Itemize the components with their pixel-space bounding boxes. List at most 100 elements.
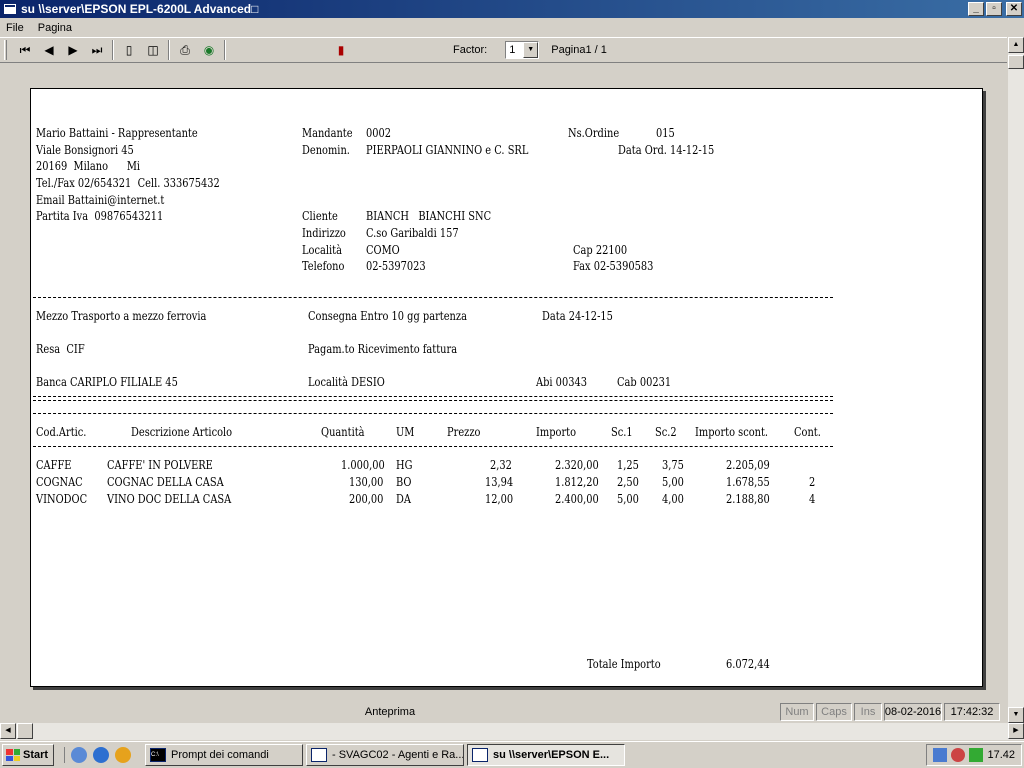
exit-door-icon[interactable]: ▮: [329, 39, 353, 61]
scroll-track[interactable]: [33, 723, 1008, 740]
header-sc2: Sc.2: [655, 425, 677, 439]
task-label: Prompt dei comandi: [171, 749, 269, 761]
row-sc2: 5,00: [662, 475, 684, 489]
abi: Abi 00343: [536, 375, 587, 389]
localita-label: Località: [302, 243, 342, 257]
header-cont: Cont.: [794, 425, 821, 439]
divider: [33, 413, 833, 414]
row-desc: VINO DOC DELLA CASA: [107, 492, 232, 506]
row-qty: 200,00: [349, 492, 384, 506]
scroll-right-icon[interactable]: ▶: [1008, 723, 1024, 739]
single-page-icon[interactable]: ▯: [117, 39, 141, 61]
toolbar: ⏮ ◀ ▶ ⏭ ▯ ◫ ⎙ ◉ ▮ Factor: 1 ▼ Pagina1 / …: [0, 37, 1008, 63]
network-icon[interactable]: [933, 748, 948, 762]
media-player-icon[interactable]: [115, 747, 131, 763]
header-um: UM: [396, 425, 415, 439]
next-page-icon[interactable]: ▶: [61, 39, 85, 61]
pagamento: Pagam.to Ricevimento fattura: [308, 342, 458, 356]
internet-explorer-icon[interactable]: [93, 747, 109, 763]
fax: Fax 02-5390583: [573, 259, 654, 273]
horizontal-scrollbar[interactable]: ◀ ▶: [0, 723, 1024, 740]
menu-file[interactable]: File: [6, 22, 24, 34]
clock[interactable]: 17.42: [987, 749, 1015, 761]
first-page-icon[interactable]: ⏮: [13, 39, 37, 61]
row-desc: COGNAC DELLA CASA: [107, 475, 224, 489]
export-icon[interactable]: ◉: [197, 39, 221, 61]
task-svagc02[interactable]: - SVAGC02 - Agenti e Ra...: [306, 744, 464, 766]
security-icon[interactable]: [951, 748, 966, 762]
start-label: Start: [23, 749, 49, 761]
row-net: 2.188,80: [726, 492, 770, 506]
vertical-scrollbar[interactable]: ▲ ▼: [1007, 37, 1024, 723]
factor-value: 1: [509, 44, 516, 56]
agent-vat: Partita Iva 09876543211: [36, 209, 164, 223]
status-time: 17:42:32: [944, 703, 1000, 721]
cab: Cab 00231: [617, 375, 672, 389]
banca-localita: Località DESIO: [308, 375, 385, 389]
telefono-label: Telefono: [302, 259, 345, 273]
chevron-down-icon[interactable]: ▼: [523, 42, 539, 58]
denomin-value: PIERPAOLI GIANNINO e C. SRL: [366, 143, 529, 157]
antivirus-icon[interactable]: [969, 748, 984, 762]
ns-ordine-label: Ns.Ordine: [568, 126, 620, 140]
row-sc2: 4,00: [662, 492, 684, 506]
status-caps: Caps: [816, 703, 852, 721]
agent-phone: Tel./Fax 02/654321 Cell. 333675432: [36, 176, 220, 190]
vertical-scroll-thumb[interactable]: [1008, 55, 1024, 69]
task-epson-preview[interactable]: su \\server\EPSON E...: [467, 744, 625, 766]
row-net: 1.678,55: [726, 475, 770, 489]
header-prezzo: Prezzo: [447, 425, 481, 439]
row-um: DA: [396, 492, 412, 506]
factor-select[interactable]: 1 ▼: [505, 41, 540, 59]
row-amount: 1.812,20: [555, 475, 599, 489]
scroll-left-icon[interactable]: ◀: [0, 723, 16, 739]
task-prompt[interactable]: C:\ Prompt dei comandi: [145, 744, 303, 766]
mandante-label: Mandante: [302, 126, 353, 140]
print-icon[interactable]: ⎙: [173, 39, 197, 61]
maximize-button[interactable]: ▫: [986, 2, 1002, 16]
cmd-icon: C:\: [150, 748, 166, 762]
window-icon[interactable]: [3, 3, 17, 15]
title-bar[interactable]: su \\server\EPSON EPL-6200L Advanced□ _ …: [0, 0, 1024, 18]
row-cod: VINODOC: [36, 492, 88, 506]
header-sc1: Sc.1: [611, 425, 633, 439]
mezzo-trasporto: Mezzo Trasporto a mezzo ferrovia: [36, 309, 207, 323]
row-sc1: 2,50: [617, 475, 639, 489]
close-button[interactable]: ✕: [1006, 2, 1022, 16]
toolbar-grip[interactable]: [4, 40, 7, 60]
denomin-label: Denomin.: [302, 143, 350, 157]
header-quantita: Quantità: [321, 425, 365, 439]
minimize-button[interactable]: _: [968, 2, 984, 16]
banca: Banca CARIPLO FILIALE 45: [36, 375, 178, 389]
last-page-icon[interactable]: ⏭: [85, 39, 109, 61]
two-pages-icon[interactable]: ◫: [141, 39, 165, 61]
agent-name: Mario Battaini - Rappresentante: [36, 126, 198, 140]
divider: [33, 446, 833, 447]
horizontal-scroll-thumb[interactable]: [17, 723, 33, 739]
show-desktop-icon[interactable]: [71, 747, 87, 763]
cliente-label: Cliente: [302, 209, 338, 223]
cliente-value: BIANCH BIANCHI SNC: [366, 209, 492, 223]
row-cod: CAFFE: [36, 458, 72, 472]
divider: [33, 396, 833, 397]
status-ins: Ins: [854, 703, 882, 721]
telefono-value: 02-5397023: [366, 259, 426, 273]
total-value: 6.072,44: [726, 657, 770, 671]
window-title: su \\server\EPSON EPL-6200L Advanced□: [21, 2, 259, 16]
toolbar-separator: [224, 40, 226, 60]
document-page: Mario Battaini - Rappresentante Viale Bo…: [30, 88, 983, 687]
previous-page-icon[interactable]: ◀: [37, 39, 61, 61]
agent-address: Viale Bonsignori 45: [36, 143, 134, 157]
mandante-value: 0002: [366, 126, 392, 140]
resa: Resa CIF: [36, 342, 85, 356]
toolbar-separator: [168, 40, 170, 60]
quick-launch: [64, 747, 131, 763]
row-qty: 1.000,00: [341, 458, 385, 472]
window-icon: [311, 748, 327, 762]
windows-logo-icon: [6, 749, 20, 761]
scroll-up-icon[interactable]: ▲: [1008, 37, 1024, 53]
menu-pagina[interactable]: Pagina: [38, 22, 72, 34]
row-um: HG: [396, 458, 413, 472]
start-button[interactable]: Start: [2, 744, 54, 766]
indirizzo-value: C.so Garibaldi 157: [366, 226, 459, 240]
